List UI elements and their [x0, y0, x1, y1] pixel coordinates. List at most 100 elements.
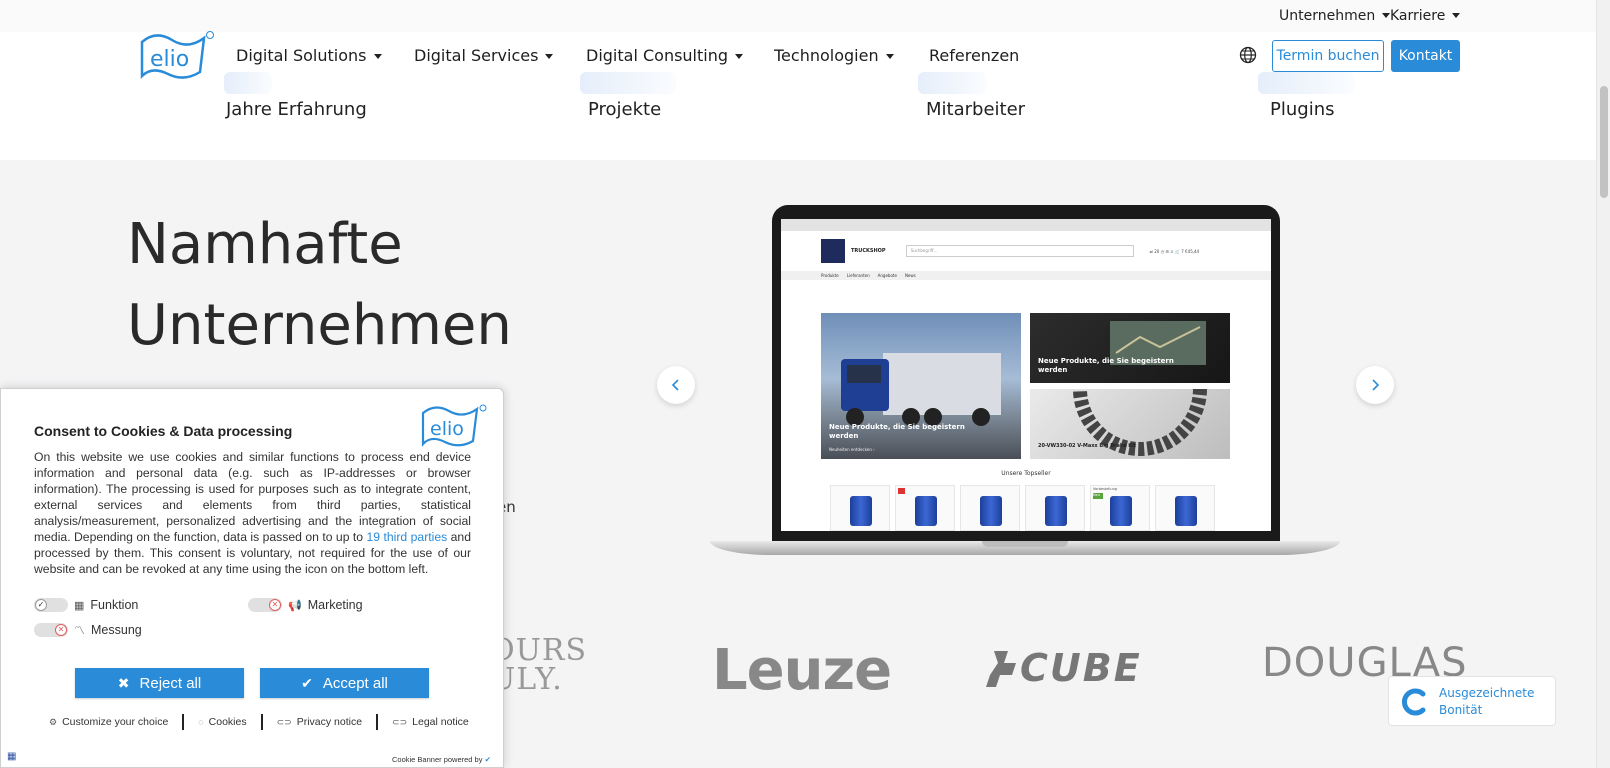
- screen-nav-item: Lieferanten: [846, 273, 870, 278]
- link-divider: [260, 714, 263, 730]
- chevron-down-icon: [373, 54, 382, 59]
- close-icon: ✖: [117, 674, 130, 691]
- laptop-screen: TRUCKSHOP Suchbegriff... ⇄ 20 ◷ ☰ ♙ 🛒 7 …: [781, 219, 1271, 531]
- elio-logo-icon: elio: [421, 404, 487, 447]
- megaphone-icon: 📢: [288, 599, 302, 612]
- elio-logo-icon: elio: [140, 31, 214, 80]
- toggle-marketing[interactable]: ✕ 📢 Marketing: [248, 598, 363, 612]
- accept-all-label: Accept all: [322, 674, 388, 692]
- globe-icon[interactable]: [1239, 46, 1257, 64]
- nav-digital-solutions[interactable]: Digital Solutions: [236, 46, 382, 65]
- screen-shop-header: TRUCKSHOP Suchbegriff... ⇄ 20 ◷ ☰ ♙ 🛒 7 …: [781, 231, 1271, 271]
- toggle-knob: ✕: [55, 624, 67, 636]
- toggle-messung[interactable]: ✕ 〽 Messung: [34, 622, 142, 638]
- screen-browser-bar: [781, 219, 1271, 231]
- preorder-badge: Vorbestellung: [1093, 487, 1118, 491]
- legal-notice-label: Legal notice: [412, 716, 469, 728]
- stat-plugins-label: Plugins: [1270, 99, 1335, 120]
- stats-strip: Jahre Erfahrung Projekte Mitarbeiter Plu…: [0, 72, 1596, 160]
- brand-yours-text: OURS ULY.: [490, 633, 588, 697]
- legal-notice-link[interactable]: ⊂⊃ Legal notice: [392, 716, 469, 728]
- language-flag-icon[interactable]: ▦: [7, 751, 16, 762]
- screen-shop-name: TRUCKSHOP: [851, 248, 886, 254]
- customize-choice-label: Customize your choice: [62, 716, 169, 728]
- bonitaet-badge[interactable]: Ausgezeichnete Bonität: [1388, 676, 1556, 726]
- toggle-funktion[interactable]: ✓ ▦ Funktion: [34, 598, 138, 612]
- nav-digital-services[interactable]: Digital Services: [414, 46, 554, 65]
- link-divider: [182, 714, 185, 730]
- kontakt-button[interactable]: Kontakt: [1391, 40, 1460, 72]
- nav-referenzen[interactable]: Referenzen: [929, 46, 1019, 65]
- carousel-prev-button[interactable]: [657, 366, 695, 404]
- stat-value-blur: [224, 72, 272, 94]
- check-icon: ✔: [301, 674, 313, 691]
- brand-logo-yours: OURS ULY.: [490, 636, 587, 694]
- nav-label: Digital Solutions: [236, 46, 367, 65]
- reject-all-label: Reject all: [139, 674, 202, 692]
- elio-logo[interactable]: elio: [138, 28, 218, 84]
- carousel-next-button[interactable]: [1356, 366, 1394, 404]
- customize-choice-link[interactable]: ⚙ Customize your choice: [49, 716, 168, 728]
- chevron-down-icon: [1452, 13, 1461, 18]
- toggle-knob: ✕: [269, 599, 281, 611]
- page-scrollbar[interactable]: [1596, 0, 1610, 768]
- stat-years-label: Jahre Erfahrung: [226, 99, 367, 120]
- cookie-consent-dialog: elio Consent to Cookies & Data processin…: [0, 388, 504, 768]
- creditreform-c-icon: [1402, 688, 1426, 716]
- oil-barrel-icon: [1045, 496, 1067, 526]
- cookie-title: Consent to Cookies & Data processing: [34, 423, 293, 439]
- nav-label: Digital Services: [414, 46, 539, 65]
- third-parties-link[interactable]: 19 third parties: [367, 530, 448, 544]
- cookie-footer-links: ⚙ Customize your choice ◌ Cookies ⊂⊃ Privac…: [49, 714, 469, 730]
- bonitaet-line1: Ausgezeichnete: [1439, 686, 1535, 700]
- screen-display-tile: Neue Produkte, die Sie begeistern werden: [1030, 313, 1230, 383]
- sale-badge: [898, 488, 905, 494]
- screen-tile-sub: Neuheiten entdecken ›: [829, 447, 875, 452]
- section-headline-line2: Unternehmen: [127, 293, 512, 358]
- laptop-notch: [982, 541, 1068, 547]
- screen-nav-item: Angebote: [877, 273, 897, 278]
- nav-label: Digital Consulting: [586, 46, 729, 65]
- cookies-link[interactable]: ◌ Cookies: [198, 716, 246, 728]
- utility-unternehmen-label: Unternehmen: [1279, 8, 1376, 24]
- messung-label: Messung: [91, 623, 142, 637]
- screen-tile-text: Neue Produkte, die Sie begeistern werden: [829, 423, 965, 441]
- marketing-switch[interactable]: ✕: [248, 598, 282, 612]
- nav-technologien[interactable]: Technologien: [774, 46, 894, 65]
- powered-by-label: Cookie Banner powered by: [392, 755, 483, 764]
- screen-nav-item: News: [904, 273, 916, 278]
- cookie-icon: ◌: [198, 717, 204, 727]
- svg-text:elio: elio: [150, 47, 189, 72]
- privacy-notice-link[interactable]: ⊂⊃ Privacy notice: [277, 716, 362, 728]
- oil-barrel-icon: [1110, 496, 1132, 526]
- screen-product-card: [895, 485, 955, 531]
- chart-line-icon: 〽: [74, 625, 85, 637]
- termin-buchen-button[interactable]: Termin buchen: [1272, 40, 1384, 72]
- chevron-left-icon: [671, 379, 679, 391]
- scrollbar-thumb[interactable]: [1600, 86, 1608, 198]
- messung-switch[interactable]: ✕: [34, 623, 68, 637]
- funktion-switch[interactable]: ✓: [34, 598, 68, 612]
- reject-all-button[interactable]: ✖ Reject all: [75, 668, 244, 698]
- utility-menu-karriere[interactable]: Karriere: [1390, 8, 1461, 24]
- chevron-down-icon: [735, 54, 744, 59]
- funktion-label: Funktion: [90, 598, 139, 612]
- toggle-knob: ✓: [35, 599, 47, 611]
- utility-bar: Unternehmen Karriere: [0, 0, 1596, 32]
- laptop-mockup: TRUCKSHOP Suchbegriff... ⇄ 20 ◷ ☰ ♙ 🛒 7 …: [710, 205, 1340, 565]
- utility-menu-unternehmen[interactable]: Unternehmen: [1279, 8, 1391, 24]
- brand-cube-text: CUBE: [1020, 646, 1142, 690]
- new-badge: Neu: [1093, 493, 1103, 499]
- powered-by-text[interactable]: Cookie Banner powered by ✔: [392, 755, 491, 764]
- link-divider: [376, 714, 379, 730]
- chevron-down-icon: [545, 54, 554, 59]
- stat-value-blur: [1258, 72, 1354, 94]
- screen-product-card: [830, 485, 890, 531]
- bonitaet-line2: Bonität: [1439, 703, 1483, 717]
- screen-tile-text: 20-VW330-02 V-Maxx Big Brake Kit: [1038, 443, 1137, 449]
- nav-digital-consulting[interactable]: Digital Consulting: [586, 46, 744, 65]
- chevron-right-icon: [1372, 379, 1380, 391]
- oil-barrel-icon: [1175, 496, 1197, 526]
- accept-all-button[interactable]: ✔ Accept all: [260, 668, 429, 698]
- svg-text:elio: elio: [430, 418, 464, 440]
